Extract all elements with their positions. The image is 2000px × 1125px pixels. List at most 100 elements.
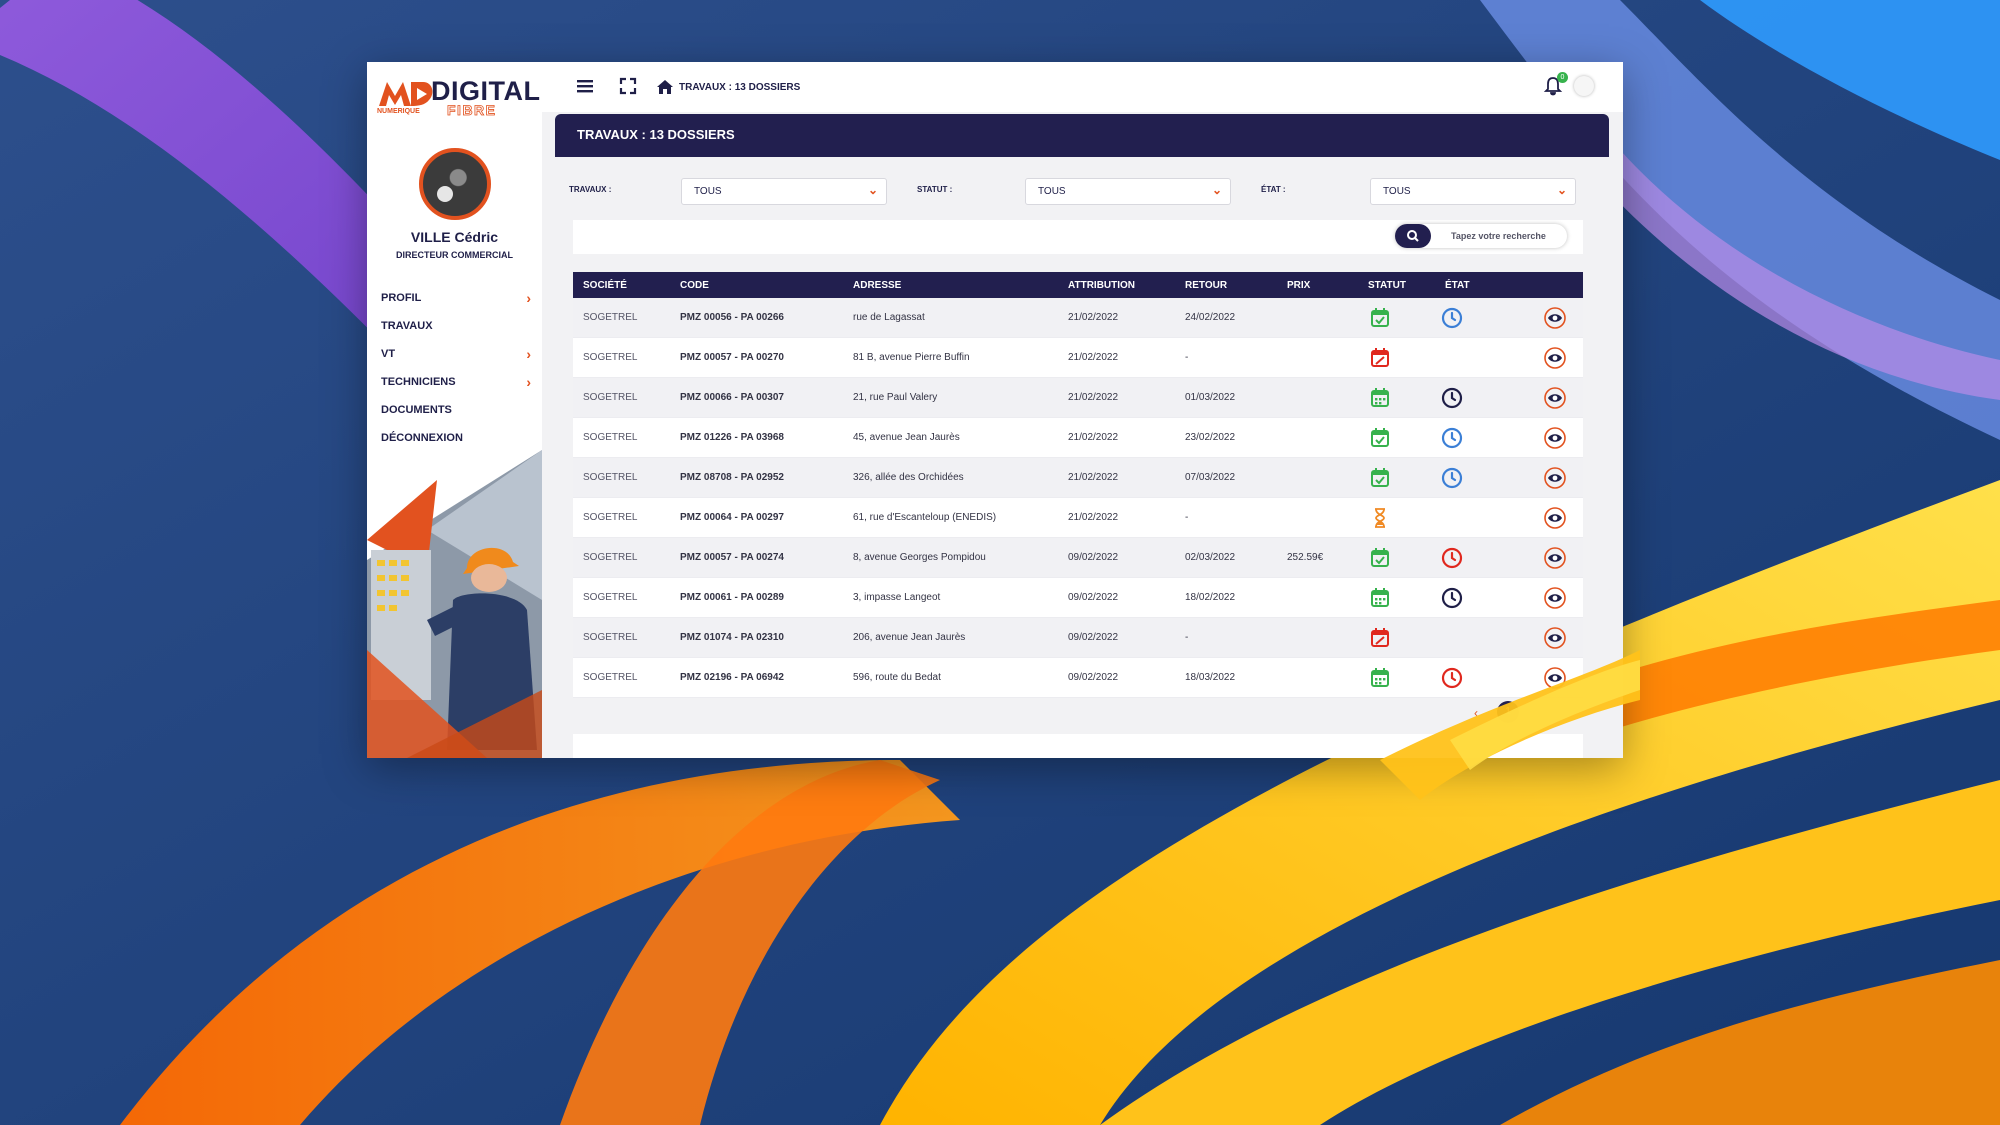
sidebar-item-vt[interactable]: VT › <box>381 340 531 368</box>
filter-statut-label: STATUT : <box>917 185 953 194</box>
state-clock-dark-icon <box>1440 386 1464 410</box>
cell-code: PMZ 00056 - PA 00266 <box>680 312 784 323</box>
cell-code: PMZ 08708 - PA 02952 <box>680 472 784 483</box>
cell-adresse: 21, rue Paul Valery <box>853 392 938 403</box>
home-icon[interactable] <box>657 80 673 94</box>
view-eye-icon[interactable] <box>1543 426 1567 450</box>
view-eye-icon[interactable] <box>1543 586 1567 610</box>
avatar[interactable] <box>419 148 491 220</box>
filter-bar: TRAVAUX : TOUS ⌄ STATUT : TOUS ⌄ ÉTAT : … <box>555 174 1609 208</box>
pagination-prev-button[interactable]: ‹ <box>1474 706 1478 720</box>
hamburger-menu-icon[interactable] <box>574 75 596 97</box>
column-header-retour[interactable]: RETOUR <box>1185 280 1227 291</box>
chevron-down-icon: ⌄ <box>867 183 878 197</box>
sidebar-item-profil[interactable]: PROFIL › <box>381 284 531 312</box>
table-row[interactable]: SOGETREL PMZ 00057 - PA 00274 8, avenue Ge… <box>573 538 1583 578</box>
table-row[interactable]: SOGETREL PMZ 02196 - PA 06942 596, route d… <box>573 658 1583 698</box>
chevron-right-icon: › <box>526 346 531 362</box>
cell-adresse: 8, avenue Georges Pompidou <box>853 552 986 563</box>
view-eye-icon[interactable] <box>1543 506 1567 530</box>
filter-travaux-label: TRAVAUX : <box>569 185 612 194</box>
state-clock-blue-icon <box>1440 466 1464 490</box>
status-calendar-cancel-icon <box>1368 346 1392 370</box>
cell-attribution: 21/02/2022 <box>1068 312 1119 323</box>
cell-code: PMZ 00064 - PA 00297 <box>680 512 784 523</box>
chevron-down-icon: ⌄ <box>1556 183 1567 197</box>
status-calendar-dots-icon <box>1368 386 1392 410</box>
pagination-page-1[interactable]: 1 <box>1497 701 1519 723</box>
view-eye-icon[interactable] <box>1543 466 1567 490</box>
search-button[interactable] <box>1395 224 1431 248</box>
logo-word-fibre: FIBRE <box>447 102 497 119</box>
column-header-adresse[interactable]: ADRESSE <box>853 280 901 291</box>
sidebar-item-travaux[interactable]: TRAVAUX <box>381 312 531 340</box>
view-eye-icon[interactable] <box>1543 306 1567 330</box>
cell-attribution: 09/02/2022 <box>1068 632 1119 643</box>
cell-attribution: 09/02/2022 <box>1068 552 1119 563</box>
user-name: VILLE Cédric <box>410 229 499 245</box>
view-eye-icon[interactable] <box>1543 546 1567 570</box>
search-panel: Tapez votre recherche <box>573 220 1583 254</box>
cell-retour: 24/02/2022 <box>1185 312 1236 323</box>
column-header-attribution[interactable]: ATTRIBUTION <box>1068 280 1135 291</box>
view-eye-icon[interactable] <box>1543 386 1567 410</box>
view-eye-icon[interactable] <box>1543 666 1567 690</box>
column-header-prix[interactable]: PRIX <box>1287 280 1310 291</box>
cell-societe: SOGETREL <box>583 432 638 443</box>
cell-code: PMZ 00061 - PA 00289 <box>680 592 784 603</box>
sidebar-item-label: PROFIL <box>381 292 422 304</box>
status-hourglass-icon <box>1368 506 1392 530</box>
status-calendar-check-icon <box>1368 426 1392 450</box>
notification-count-badge: 0 <box>1557 72 1568 83</box>
table-row[interactable]: SOGETREL PMZ 01226 - PA 03968 45, avenue J… <box>573 418 1583 458</box>
cell-societe: SOGETREL <box>583 352 638 363</box>
column-header-code[interactable]: CODE <box>680 280 709 291</box>
app-window: DIGITAL FIBRE NUMERIQUE VILLE Cédric DIR… <box>367 62 1623 758</box>
sidebar-item-deconnexion[interactable]: DÉCONNEXION <box>381 424 531 452</box>
notification-button[interactable]: 0 <box>1542 72 1568 97</box>
table-row[interactable]: SOGETREL PMZ 00061 - PA 00289 3, impasse L… <box>573 578 1583 618</box>
user-menu-avatar[interactable] <box>1574 76 1594 96</box>
state-clock-blue-icon <box>1440 306 1464 330</box>
view-eye-icon[interactable] <box>1543 626 1567 650</box>
sidebar-item-documents[interactable]: DOCUMENTS <box>381 396 531 424</box>
table-row[interactable]: SOGETREL PMZ 08708 - PA 02952 326, allée d… <box>573 458 1583 498</box>
column-header-statut[interactable]: STATUT <box>1368 280 1406 291</box>
table-row[interactable]: SOGETREL PMZ 00064 - PA 00297 61, rue d'Es… <box>573 498 1583 538</box>
fullscreen-icon[interactable] <box>617 75 639 97</box>
state-clock-red-icon <box>1440 546 1464 570</box>
filter-travaux-select[interactable]: TOUS ⌄ <box>681 178 887 205</box>
status-calendar-dots-icon <box>1368 586 1392 610</box>
column-header-societe[interactable]: SOCIÉTÉ <box>583 280 627 291</box>
sidebar-item-techniciens[interactable]: TECHNICIENS › <box>381 368 531 396</box>
chevron-right-icon: › <box>526 290 531 306</box>
table-row[interactable]: SOGETREL PMZ 00066 - PA 00307 21, rue Paul… <box>573 378 1583 418</box>
column-header-etat[interactable]: ÉTAT <box>1445 280 1470 291</box>
cell-retour: 18/03/2022 <box>1185 672 1236 683</box>
status-calendar-cancel-icon <box>1368 626 1392 650</box>
sidebar: DIGITAL FIBRE NUMERIQUE VILLE Cédric DIR… <box>367 62 542 758</box>
table-row[interactable]: SOGETREL PMZ 01074 - PA 02310 206, avenue … <box>573 618 1583 658</box>
logo[interactable]: DIGITAL FIBRE NUMERIQUE <box>377 76 540 120</box>
table-body: SOGETREL PMZ 00056 - PA 00266 rue de Lagas… <box>573 298 1583 698</box>
search-icon <box>1407 230 1419 242</box>
filter-statut-value: TOUS <box>1038 186 1066 197</box>
state-clock-dark-icon <box>1440 586 1464 610</box>
cell-code: PMZ 00057 - PA 00270 <box>680 352 784 363</box>
cell-societe: SOGETREL <box>583 592 638 603</box>
filter-statut-select[interactable]: TOUS ⌄ <box>1025 178 1231 205</box>
table-row[interactable]: SOGETREL PMZ 00057 - PA 00270 81 B, avenue… <box>573 338 1583 378</box>
pagination-panel <box>573 734 1583 758</box>
table-row[interactable]: SOGETREL PMZ 00056 - PA 00266 rue de Lagas… <box>573 298 1583 338</box>
sidebar-item-label: TRAVAUX <box>381 320 433 332</box>
filter-etat-select[interactable]: TOUS ⌄ <box>1370 178 1576 205</box>
view-eye-icon[interactable] <box>1543 346 1567 370</box>
cell-retour: 18/02/2022 <box>1185 592 1236 603</box>
cell-prix: 252.59€ <box>1287 552 1324 563</box>
cell-adresse: 45, avenue Jean Jaurès <box>853 432 960 443</box>
cell-attribution: 21/02/2022 <box>1068 472 1119 483</box>
cell-societe: SOGETREL <box>583 672 638 683</box>
cell-retour: - <box>1185 352 1189 363</box>
filter-etat-label: ÉTAT : <box>1261 185 1286 194</box>
search-input[interactable]: Tapez votre recherche <box>1395 224 1567 248</box>
